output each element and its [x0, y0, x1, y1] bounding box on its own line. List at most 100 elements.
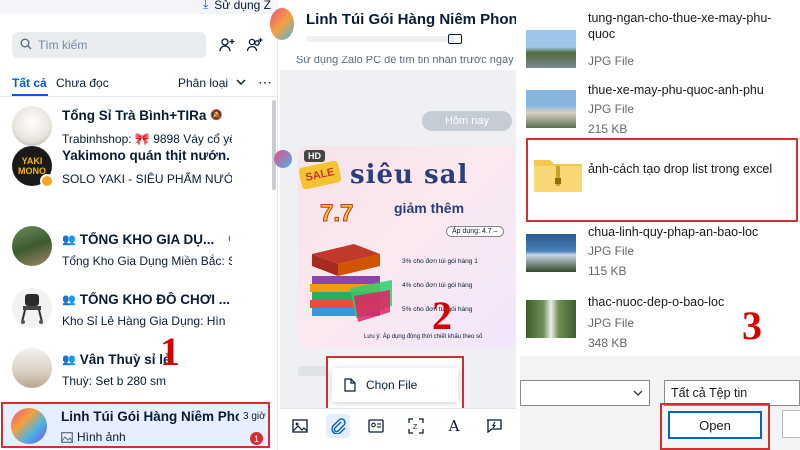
selected-conversation[interactable]: Linh Túi Gói Hàng Niêm Pho... 3 giờ Hình… — [1, 402, 270, 448]
chat-avatar — [270, 8, 294, 40]
file-name: chua-linh-quy-phap-an-bao-loc — [588, 225, 759, 239]
avatar-logo-text: YAKI MONO — [18, 156, 46, 176]
conversation-preview: Hình ảnh — [61, 430, 126, 444]
step-number-1: 1 — [160, 329, 180, 374]
chat-panel: Linh Túi Gói Hàng Niêm Phon Sử dụng Zalo… — [270, 0, 516, 450]
screenshot-icon[interactable]: Z — [404, 414, 428, 438]
reaction-placeholder — [298, 366, 328, 376]
file-name: thue-xe-may-phu-quoc-anh-phu — [588, 83, 764, 97]
file-name: tung-ngan-cho-thue-xe-may-phu-quoc — [588, 11, 772, 41]
conversation-name: 👥 Vân Thuỳ sỉ lẻ — [62, 352, 171, 367]
file-size: 115 KB — [588, 264, 627, 278]
add-friend-icon[interactable] — [214, 32, 240, 58]
group-icon: 👥 — [62, 294, 76, 306]
promo-title: siêu sal — [350, 160, 469, 190]
promo-big-number: 7.7 — [319, 200, 354, 228]
chat-subtitle-placeholder — [306, 36, 456, 42]
contact-card-icon[interactable] — [364, 414, 388, 438]
file-type: JPG File — [588, 54, 635, 68]
file-picker-panel: tung-ngan-cho-thue-xe-may-phu-quoc JPG F… — [520, 0, 800, 450]
download-icon: ⤓ — [202, 0, 209, 11]
promo-subtitle: giảm thêm — [394, 200, 465, 216]
search-placeholder: Tìm kiếm — [38, 38, 88, 52]
zip-folder-icon — [534, 160, 582, 192]
image-message[interactable]: HD SALE siêu sal giảm thêm 7.7 Áp dụng: … — [298, 146, 516, 348]
search-icon — [20, 38, 32, 53]
file-type: JPG File — [588, 102, 635, 116]
promo-line: 5% cho đơn túi gói hàng — [402, 306, 473, 313]
promo-note: Lưu ý: Áp dụng đồng thời chiết khấu theo… — [364, 334, 483, 340]
cancel-button[interactable] — [782, 410, 800, 438]
bag-stack-illustration — [310, 244, 392, 322]
conversation-item[interactable]: 👥 Vân Thuỳ sỉ lẻ Thuỳ: Set b 280 sm — [0, 342, 278, 402]
svg-text:Z: Z — [413, 424, 418, 431]
filter-label: Phân loại — [178, 76, 229, 90]
sale-tag: SALE — [298, 160, 342, 190]
quick-message-icon[interactable] — [482, 414, 506, 438]
more-options-icon[interactable]: ⋯ — [258, 74, 272, 91]
system-message: Sử dụng Zalo PC để tìm tin nhắn trước ng… — [280, 56, 516, 70]
image-icon[interactable] — [288, 414, 312, 438]
tag-icon[interactable] — [448, 34, 462, 44]
choose-file-label: Chọn File — [366, 378, 418, 392]
avatar — [12, 226, 52, 266]
open-button[interactable]: Open — [668, 411, 762, 439]
conversation-item[interactable]: YAKI MONO Yakimono quán thịt nướn... SOL… — [0, 138, 278, 198]
file-type-select-value: Tất cả Tệp tin — [671, 386, 748, 400]
file-item[interactable]: thue-xe-may-phu-quoc-anh-phu JPG File 21… — [520, 80, 800, 138]
file-item[interactable]: tung-ngan-cho-thue-xe-may-phu-quoc JPG F… — [520, 0, 800, 80]
file-type: JPG File — [588, 316, 635, 330]
conversation-item[interactable]: 👥 TỔNG KHO GIA DỤ... 🔕 Tổng Kho Gia Dụng… — [0, 218, 278, 278]
avatar — [12, 348, 52, 388]
file-size: 348 KB — [588, 336, 628, 350]
search-input[interactable]: Tìm kiếm — [12, 32, 206, 58]
sender-avatar — [274, 150, 292, 168]
promo-line: 3% cho đơn túi gói hàng 1 — [402, 258, 478, 265]
conversation-name: Linh Túi Gói Hàng Niêm Pho... — [61, 409, 239, 424]
filter-dropdown[interactable]: Phân loại — [178, 76, 246, 90]
create-group-icon[interactable] — [242, 32, 268, 58]
avatar — [11, 408, 47, 444]
group-icon: 👥 — [62, 354, 76, 366]
image-icon — [61, 431, 73, 443]
download-banner[interactable]: ⤓ Sử dụng Z — [203, 0, 271, 12]
tab-unread[interactable]: Chưa đọc — [56, 76, 109, 90]
avatar — [12, 288, 52, 328]
download-label: Sử dụng Z — [214, 0, 271, 12]
choose-file-option[interactable]: Chọn File — [332, 368, 458, 402]
muted-bell-icon: 🔕 — [228, 234, 230, 245]
conversation-name: 👥 TỔNG KHO GIA DỤ... 🔕 — [62, 232, 230, 247]
promo-line: 4% cho đơn túi gói hàng — [402, 282, 473, 289]
tabs-divider — [0, 96, 278, 97]
conversation-preview: Thuỳ: Set b 280 sm — [62, 374, 167, 388]
conversation-time: 3 giờ — [243, 411, 266, 422]
conversation-name: Tổng Sỉ Trà Bình+TIRa 🔕 — [62, 108, 223, 123]
file-name-input[interactable] — [520, 380, 650, 406]
tab-all[interactable]: Tất cả — [12, 76, 47, 90]
selected-folder-item[interactable]: ảnh-cách tạo drop list trong excel — [526, 138, 798, 222]
text-format-icon[interactable]: A — [442, 414, 466, 438]
muted-bell-icon: 🔕 — [210, 110, 223, 121]
hd-badge: HD — [304, 150, 325, 162]
chat-header: Linh Túi Gói Hàng Niêm Phon — [270, 0, 516, 56]
step-number-3: 3 — [742, 303, 762, 348]
open-button-highlight: Open — [660, 403, 770, 450]
group-icon: 👥 — [62, 234, 76, 246]
file-item[interactable]: chua-linh-quy-phap-an-bao-loc JPG File 1… — [520, 222, 800, 286]
file-name: thac-nuoc-dep-o-bao-loc — [588, 295, 725, 309]
chevron-down-icon — [236, 76, 246, 90]
chat-title: Linh Túi Gói Hàng Niêm Phon — [306, 11, 516, 28]
file-thumbnail — [526, 90, 576, 128]
promo-lines: 3% cho đơn túi gói hàng 1 4% cho đơn túi… — [402, 250, 514, 322]
file-thumbnail — [526, 30, 576, 68]
folder-name: ảnh-cách tạo drop list trong excel — [588, 162, 773, 176]
conversation-preview: Kho Sỉ Lẻ Hàng Gia Dụng: Hìn — [62, 314, 226, 328]
file-thumbnail — [526, 234, 576, 272]
attachment-icon[interactable] — [326, 414, 350, 438]
conversation-name: Yakimono quán thịt nướn... — [62, 148, 230, 163]
chevron-down-icon — [633, 387, 643, 401]
file-thumbnail — [526, 300, 576, 338]
date-separator: Hôm nay — [422, 111, 512, 131]
conversation-item[interactable]: 👥 TỔNG KHO ĐỒ CHƠI ... Kho Sỉ Lẻ Hàng Gi… — [0, 280, 278, 340]
conversation-list-panel: ⤓ Sử dụng Z Tìm kiếm Tất cả Chưa đọc Phâ… — [0, 0, 278, 450]
